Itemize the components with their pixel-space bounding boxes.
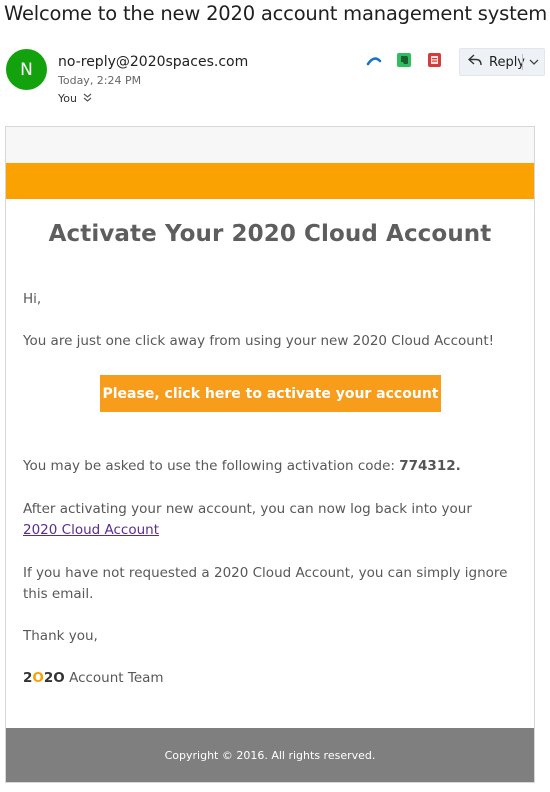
brand-char-3: 2 [43, 670, 54, 686]
activate-account-button[interactable]: Please, click here to activate your acco… [100, 375, 441, 412]
activation-code-text: You may be asked to use the following ac… [23, 456, 461, 477]
cloud-account-link[interactable]: 2020 Cloud Account [23, 522, 159, 538]
message-heading: Activate Your 2020 Cloud Account [48, 221, 492, 247]
reply-icon [467, 54, 482, 70]
after-activation-text: After activating your new account, you c… [23, 499, 503, 541]
email-header-band [6, 127, 534, 163]
collapse-arrow-icon[interactable] [366, 52, 382, 68]
timestamp: Today, 2:24 PM [58, 74, 142, 87]
brand-char-4: O [53, 670, 65, 686]
reply-button-group: Reply [459, 48, 545, 76]
message-action-icons [366, 52, 442, 68]
email-footer: Copyright © 2016. All rights reserved. [6, 728, 534, 782]
pdf-icon[interactable] [426, 52, 442, 68]
sender-address[interactable]: no-reply@2020spaces.com [58, 54, 248, 70]
greeting-text: Hi, [23, 291, 42, 307]
brand-char-1: 2 [23, 670, 33, 686]
reply-button[interactable]: Reply [460, 49, 526, 75]
email-subject: Welcome to the new 2020 account manageme… [4, 2, 550, 25]
reply-options-dropdown[interactable] [523, 49, 544, 75]
ignore-notice-text: If you have not requested a 2020 Cloud A… [23, 565, 508, 602]
recipient-line[interactable]: You [58, 92, 92, 105]
email-body-frame: Activate Your 2020 Cloud Account Hi, You… [5, 126, 535, 783]
after-activation-prefix: After activating your new account, you c… [23, 501, 472, 517]
team-signature: 2O2O Account Team [23, 668, 164, 689]
activation-code-value: 774312. [399, 458, 461, 474]
chevron-down-icon [529, 59, 538, 65]
recipient-label: You [58, 92, 77, 105]
thanks-text: Thank you, [23, 628, 98, 644]
evernote-icon[interactable] [396, 52, 412, 68]
reply-label: Reply [489, 54, 526, 70]
brand-char-2: O [32, 670, 44, 686]
email-accent-bar [6, 163, 534, 199]
expand-recipients-icon[interactable] [83, 93, 92, 105]
team-suffix: Account Team [64, 670, 164, 686]
avatar[interactable]: N [6, 49, 47, 90]
intro-text: You are just one click away from using y… [23, 333, 495, 349]
activation-code-prefix: You may be asked to use the following ac… [23, 458, 400, 474]
